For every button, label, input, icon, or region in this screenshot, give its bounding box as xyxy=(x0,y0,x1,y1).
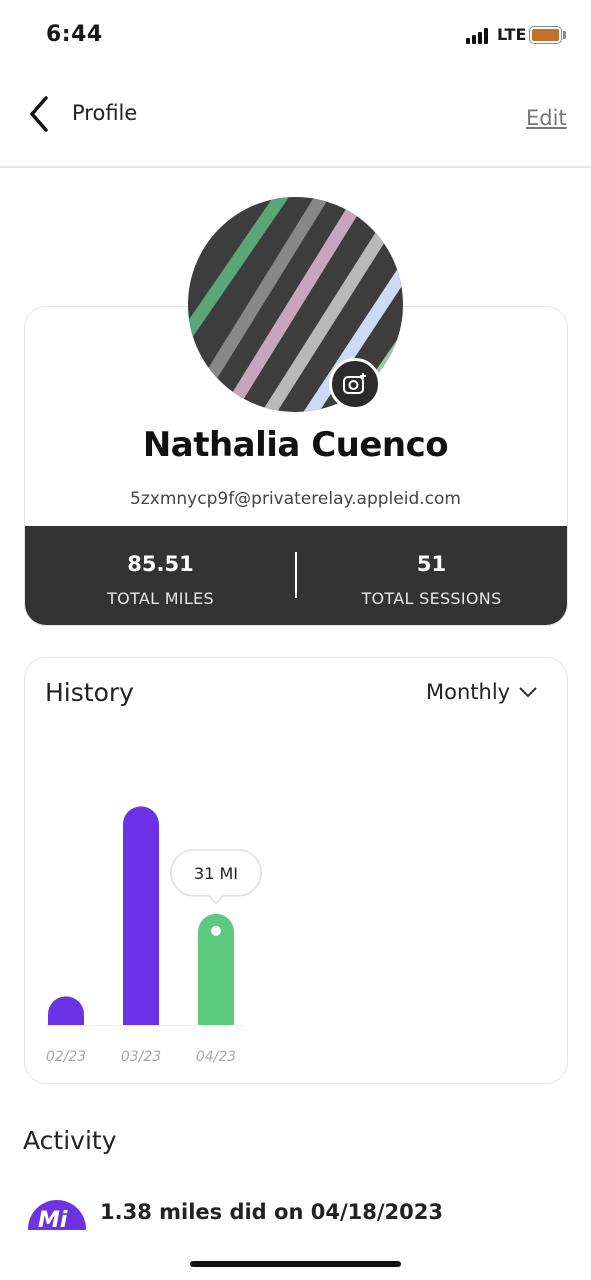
home-indicator xyxy=(190,1261,401,1267)
battery-icon xyxy=(529,26,562,44)
chart-bar[interactable] xyxy=(48,996,84,1025)
back-button[interactable] xyxy=(22,94,58,134)
battery-cap xyxy=(563,31,566,39)
history-card: History Monthly 02/23 03/23 04/23 31 MI xyxy=(24,657,568,1084)
change-photo-button[interactable] xyxy=(329,358,381,410)
stat-total-miles: 85.51 TOTAL MILES xyxy=(25,526,296,625)
chart-x-tick-label: 03/23 xyxy=(121,1049,161,1065)
chart-tooltip-label: 31 MI xyxy=(194,864,238,883)
mi-badge-text: Mi xyxy=(38,1208,68,1230)
mi-badge-icon: Mi xyxy=(28,1200,86,1230)
stat-total-sessions: 51 TOTAL SESSIONS xyxy=(296,526,567,625)
nav-bar: Profile Edit xyxy=(0,70,591,168)
edit-button[interactable]: Edit xyxy=(526,106,567,130)
network-label: LTE xyxy=(497,25,527,44)
chevron-left-icon xyxy=(30,96,48,132)
chart-x-tick-label: 04/23 xyxy=(196,1049,236,1065)
camera-plus-icon xyxy=(343,373,366,394)
stat-label: TOTAL SESSIONS xyxy=(361,589,502,608)
activity-title: Activity xyxy=(23,1126,117,1155)
status-bar: 6:44 LTE xyxy=(0,0,591,70)
activity-text: 1.38 miles did on 04/18/2023 xyxy=(100,1200,443,1224)
user-name: Nathalia Cuenco xyxy=(142,425,449,465)
activity-list-item[interactable]: Mi 1.38 miles did on 04/18/2023 xyxy=(0,1190,591,1230)
chart-selected-dot xyxy=(211,925,221,936)
user-email: 5zxmnycp9f@privaterelay.appleid.com xyxy=(130,489,461,509)
chart-x-tick-label: 02/23 xyxy=(46,1049,86,1065)
stat-value: 51 xyxy=(416,552,447,576)
signal-icon xyxy=(466,28,496,44)
status-time: 6:44 xyxy=(46,22,103,47)
stats-bar: 85.51 TOTAL MILES 51 TOTAL SESSIONS xyxy=(25,526,567,625)
history-chart: 02/23 03/23 04/23 31 MI xyxy=(45,806,262,1065)
page-title: Profile xyxy=(72,101,138,125)
chart-bar[interactable] xyxy=(123,806,159,1025)
stat-value: 85.51 xyxy=(127,552,194,576)
stat-label: TOTAL MILES xyxy=(107,589,214,608)
